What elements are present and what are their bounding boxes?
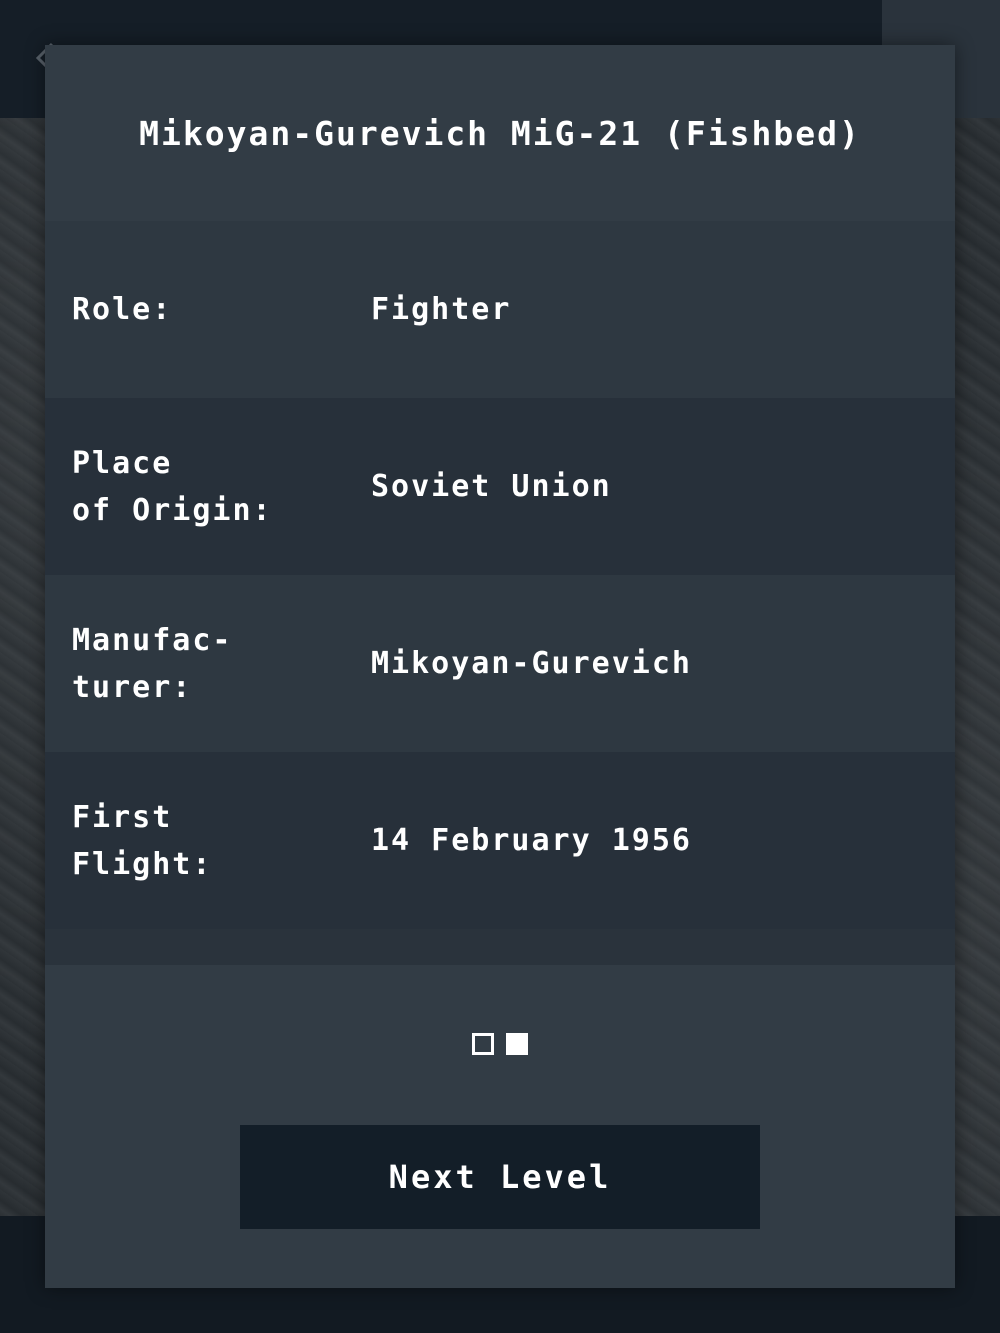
detail-label: Place of Origin: — [72, 445, 273, 528]
page-indicator — [45, 1033, 955, 1061]
detail-row-manufacturer: Manufac- turer: Mikoyan-Gurevich — [45, 575, 955, 752]
detail-row-origin: Place of Origin: Soviet Union — [45, 398, 955, 575]
detail-label: Role: — [72, 292, 173, 327]
page-dot-2-active[interactable] — [506, 1033, 528, 1055]
detail-label: First Flight: — [72, 799, 213, 882]
detail-value: Fighter — [371, 292, 512, 327]
detail-label: Manufac- turer: — [72, 622, 233, 705]
detail-value: 14 February 1956 — [371, 823, 692, 858]
next-level-button[interactable]: Next Level — [240, 1125, 760, 1229]
detail-row-first-flight: First Flight: 14 February 1956 — [45, 752, 955, 929]
aircraft-title: Mikoyan-Gurevich MiG-21 (Fishbed) — [139, 113, 861, 153]
aircraft-info-modal: Mikoyan-Gurevich MiG-21 (Fishbed) Role: … — [45, 45, 955, 1288]
aircraft-details-list: Role: Fighter Place of Origin: Soviet Un… — [45, 221, 955, 965]
details-list-end — [45, 929, 955, 965]
detail-value: Mikoyan-Gurevich — [371, 646, 692, 681]
detail-value: Soviet Union — [371, 469, 612, 504]
detail-row-role: Role: Fighter — [45, 221, 955, 398]
page-dot-1[interactable] — [472, 1033, 494, 1055]
